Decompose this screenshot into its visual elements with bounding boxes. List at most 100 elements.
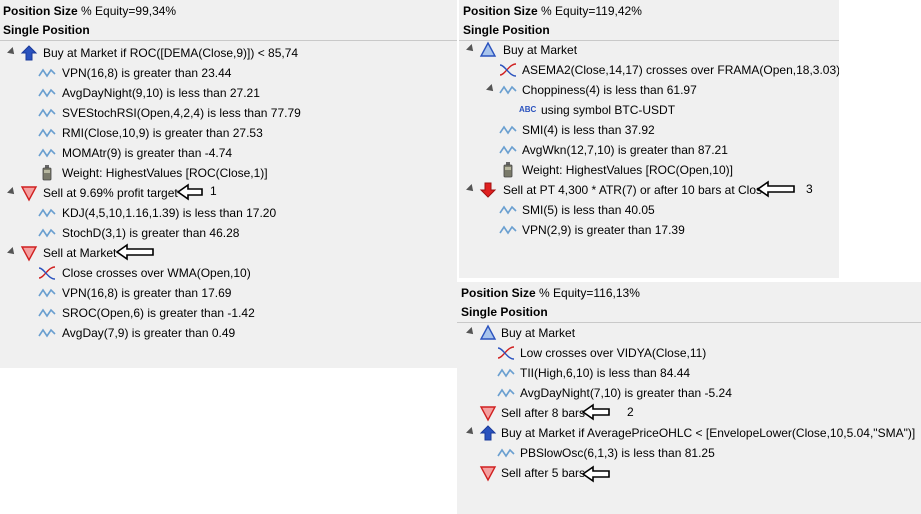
position-size-label: Position Size xyxy=(3,4,78,18)
tree-node-condition[interactable]: AvgDayNight(9,10) is less than 27.21 xyxy=(38,83,438,103)
tree-node-buy-rule[interactable]: Buy at Market xyxy=(466,323,907,343)
tree-node-label: Buy at Market if ROC([DEMA(Close,9)]) < … xyxy=(43,46,299,60)
abc-icon: ABC xyxy=(519,105,537,114)
tree-node-condition[interactable]: StochD(3,1) is greater than 46.28 xyxy=(38,223,438,243)
indicator-wave-icon xyxy=(38,128,56,138)
tree-node-condition[interactable]: SROC(Open,6) is greater than -1.42 xyxy=(38,303,438,323)
sell-triangle-icon xyxy=(20,186,38,202)
tree-node-label: AvgWkn(12,7,10) is greater than 87.21 xyxy=(522,143,728,157)
indicator-wave-icon xyxy=(499,205,517,215)
tree-node-weight[interactable]: Weight: HighestValues [ROC(Close,1)] xyxy=(38,163,438,183)
tree-node-condition[interactable]: VPN(2,9) is greater than 17.39 xyxy=(499,220,829,240)
indicator-wave-icon xyxy=(38,308,56,318)
tree-node-label: VPN(16,8) is greater than 23.44 xyxy=(62,66,232,80)
indicator-wave-icon xyxy=(38,288,56,298)
tree-node-condition[interactable]: SMI(4) is less than 37.92 xyxy=(499,120,829,140)
tree-node-condition[interactable]: AvgWkn(12,7,10) is greater than 87.21 xyxy=(499,140,829,160)
position-mode-label: Single Position xyxy=(3,23,90,37)
buy-arrow-icon xyxy=(479,425,497,441)
indicator-wave-icon xyxy=(38,88,56,98)
tree-node-sell-rule[interactable]: Sell after 5 bars xyxy=(479,463,909,483)
tree-node-condition[interactable]: Low crosses over VIDYA(Close,11) xyxy=(497,343,907,363)
expand-toggle-icon[interactable] xyxy=(466,427,476,437)
tree-node-buy-rule[interactable]: Buy at Market xyxy=(466,40,827,60)
crossover-icon xyxy=(38,266,56,280)
tree-node-condition[interactable]: KDJ(4,5,10,1.16,1.39) is less than 17.20 xyxy=(38,203,438,223)
annotation-number: 2 xyxy=(627,405,634,419)
position-mode-label: Single Position xyxy=(463,23,550,37)
weight-icon xyxy=(42,165,52,181)
expand-toggle-icon[interactable] xyxy=(466,327,476,337)
tree-node-sell-rule[interactable]: Sell after 8 bars xyxy=(479,403,909,423)
tree-node-label: ASEMA2(Close,14,17) crosses over FRAMA(O… xyxy=(522,63,839,77)
tree-node-label: Sell after 8 bars xyxy=(501,406,586,420)
tree-node-label: Buy at Market if AveragePriceOHLC < [Env… xyxy=(501,426,916,440)
tree-node-label: AvgDayNight(9,10) is less than 27.21 xyxy=(62,86,260,100)
tree-node-weight[interactable]: Weight: HighestValues [ROC(Open,10)] xyxy=(499,160,829,180)
tree-node-condition[interactable]: Choppiness(4) is less than 61.97 xyxy=(486,80,827,100)
tree-node-label: using symbol BTC-USDT xyxy=(541,103,676,117)
expand-toggle-icon[interactable] xyxy=(466,44,476,54)
indicator-wave-icon xyxy=(497,368,515,378)
indicator-wave-icon xyxy=(497,388,515,398)
indicator-wave-icon xyxy=(38,108,56,118)
tree-node-condition[interactable]: AvgDay(7,9) is greater than 0.49 xyxy=(38,323,438,343)
tree-node-condition[interactable]: VPN(16,8) is greater than 17.69 xyxy=(38,283,438,303)
buy-arrow-icon xyxy=(20,45,38,61)
tree-node-condition[interactable]: SVEStochRSI(Open,4,2,4) is less than 77.… xyxy=(38,103,438,123)
tree-node-condition[interactable]: SMI(5) is less than 40.05 xyxy=(499,200,829,220)
tree-node-sell-rule[interactable]: Sell at 9.69% profit target xyxy=(7,183,448,203)
tree-node-label: PBSlowOsc(6,1,3) is less than 81.25 xyxy=(520,446,715,460)
tree-node-label: TII(High,6,10) is less than 84.44 xyxy=(520,366,691,380)
tree-node-label: SVEStochRSI(Open,4,2,4) is less than 77.… xyxy=(62,106,301,120)
strategy-panel-3: Position Size % Equity=116,13% Single Po… xyxy=(457,282,921,514)
strategy-panel-1: Position Size % Equity=99,34% Single Pos… xyxy=(0,0,457,368)
annotation-arrow-icon xyxy=(115,243,154,261)
annotation-number: 1 xyxy=(210,184,217,198)
position-size-label: Position Size xyxy=(463,4,538,18)
expand-toggle-icon[interactable] xyxy=(7,47,17,57)
tree-node-condition[interactable]: MOMAtr(9) is greater than -4.74 xyxy=(38,143,438,163)
tree-node-symbol[interactable]: ABC using symbol BTC-USDT xyxy=(519,100,819,120)
indicator-wave-icon xyxy=(38,228,56,238)
annotation-arrow-icon xyxy=(581,465,610,483)
tree-node-label: VPN(16,8) is greater than 17.69 xyxy=(62,286,232,300)
expand-toggle-icon[interactable] xyxy=(466,184,476,194)
buy-triangle-icon xyxy=(479,324,497,340)
tree-node-condition[interactable]: PBSlowOsc(6,1,3) is less than 81.25 xyxy=(497,443,907,463)
tree-node-label: MOMAtr(9) is greater than -4.74 xyxy=(62,146,233,160)
tree-node-condition[interactable]: Close crosses over WMA(Open,10) xyxy=(38,263,438,283)
position-size-value: % Equity=116,13% xyxy=(539,286,640,300)
crossover-icon xyxy=(497,346,515,360)
tree-node-label: VPN(2,9) is greater than 17.39 xyxy=(522,223,685,237)
tree-node-label: SMI(5) is less than 40.05 xyxy=(522,203,655,217)
indicator-wave-icon xyxy=(499,125,517,135)
expand-toggle-icon[interactable] xyxy=(7,247,17,257)
tree-node-condition[interactable]: VPN(16,8) is greater than 23.44 xyxy=(38,63,438,83)
tree-node-label: AvgDay(7,9) is greater than 0.49 xyxy=(62,326,236,340)
buy-triangle-icon xyxy=(479,41,497,57)
expand-toggle-icon[interactable] xyxy=(486,84,496,94)
position-size-label: Position Size xyxy=(461,286,536,300)
tree-node-label: StochD(3,1) is greater than 46.28 xyxy=(62,226,240,240)
tree-node-label: Sell at Market xyxy=(43,246,117,260)
sell-triangle-icon xyxy=(479,406,497,422)
tree-node-condition[interactable]: ASEMA2(Close,14,17) crosses over FRAMA(O… xyxy=(499,60,839,80)
expand-toggle-icon[interactable] xyxy=(7,187,17,197)
tree-node-buy-rule[interactable]: Buy at Market if ROC([DEMA(Close,9)]) < … xyxy=(7,43,448,63)
tree-node-label: Sell after 5 bars xyxy=(501,466,586,480)
tree-node-label: AvgDayNight(7,10) is greater than -5.24 xyxy=(520,386,732,400)
tree-node-sell-rule[interactable]: Sell at Market xyxy=(7,243,448,263)
tree-node-label: SMI(4) is less than 37.92 xyxy=(522,123,655,137)
tree-node-condition[interactable]: TII(High,6,10) is less than 84.44 xyxy=(497,363,907,383)
indicator-wave-icon xyxy=(38,328,56,338)
tree-node-label: Sell at PT 4,300 * ATR(7) or after 10 ba… xyxy=(503,183,769,197)
annotation-arrow-icon xyxy=(581,403,610,421)
tree-node-condition[interactable]: RMI(Close,10,9) is greater than 27.53 xyxy=(38,123,438,143)
tree-node-label: Weight: HighestValues [ROC(Open,10)] xyxy=(522,163,733,177)
tree-node-buy-rule[interactable]: Buy at Market if AveragePriceOHLC < [Env… xyxy=(466,423,917,443)
strategy-panel-2: Position Size % Equity=119,42% Single Po… xyxy=(459,0,839,278)
position-size-header: Position Size % Equity=116,13% xyxy=(461,282,640,304)
tree-node-label: Sell at 9.69% profit target xyxy=(43,186,178,200)
tree-node-condition[interactable]: AvgDayNight(7,10) is greater than -5.24 xyxy=(497,383,907,403)
